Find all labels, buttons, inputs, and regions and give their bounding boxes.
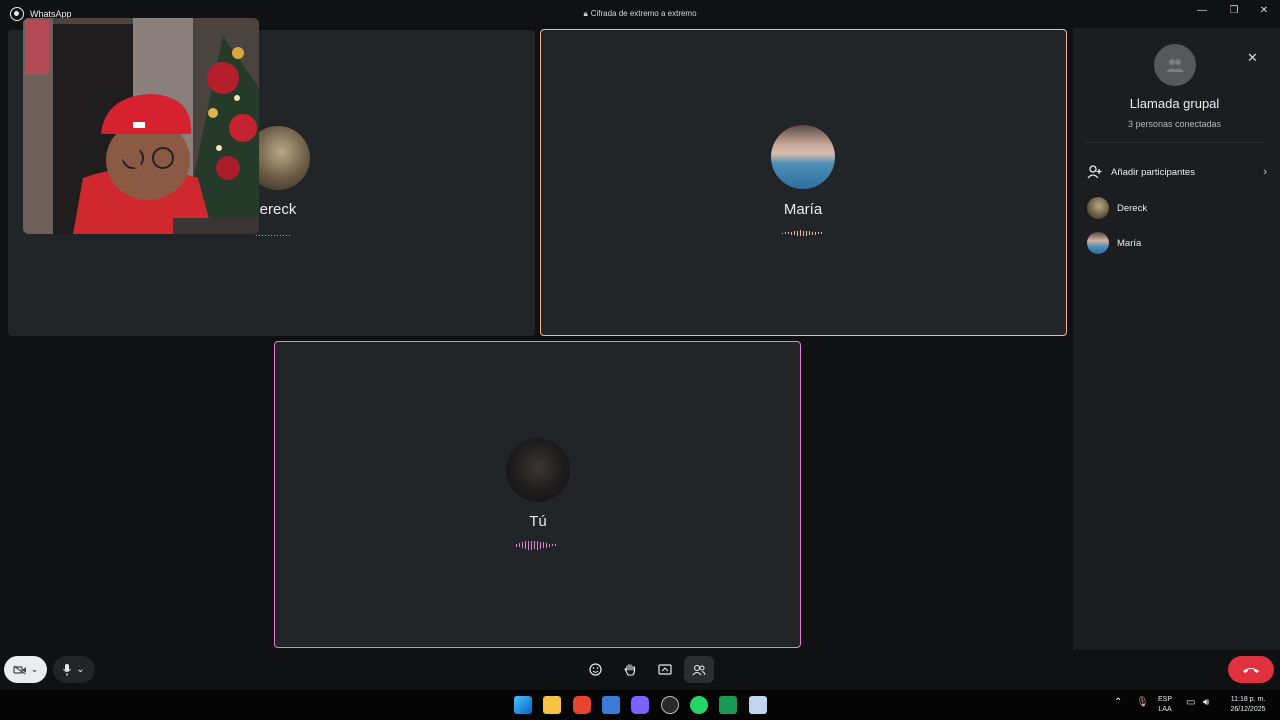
panel-divider [1085, 142, 1265, 143]
participant-item-maria[interactable]: María [1087, 232, 1267, 254]
capture-app-icon[interactable] [749, 696, 767, 714]
maria-avatar [771, 125, 835, 189]
participants-icon [692, 664, 706, 675]
participant-name: Dereck [1117, 202, 1148, 214]
raise-hand-button[interactable] [615, 656, 645, 683]
clock[interactable]: 11:18 p. m. 26/12/2025 [1222, 695, 1274, 715]
chevron-down-icon: ⌄ [76, 664, 85, 675]
dereck-audio-indicator [256, 230, 290, 240]
participant-tile-maria[interactable]: María [540, 29, 1067, 336]
end-call-icon [1243, 667, 1259, 673]
close-panel-button[interactable]: ✕ [1247, 50, 1258, 66]
self-video-image [23, 18, 259, 234]
encryption-label: Cifrada de extremo a extremo [590, 9, 697, 18]
clock-time: 11:18 p. m. [1230, 696, 1266, 703]
call-title: Llamada grupal [1129, 96, 1220, 111]
whatsapp-taskbar-icon[interactable] [690, 696, 708, 714]
end-call-button[interactable] [1228, 656, 1274, 683]
self-audio-indicator [516, 540, 556, 550]
language-indicator[interactable]: ESP LAA [1158, 695, 1172, 715]
maria-name: María [783, 201, 823, 218]
emoji-button[interactable] [580, 656, 610, 683]
share-screen-icon [658, 663, 672, 675]
self-name: Tú [529, 513, 547, 530]
volume-icon[interactable]: 🔊︎ [1203, 698, 1209, 708]
participants-button[interactable] [684, 656, 714, 683]
clock-date: 26/12/2025 [1230, 706, 1266, 713]
network-icon[interactable]: ▭ [1186, 698, 1195, 708]
emoji-icon [588, 663, 602, 676]
file-explorer-icon[interactable] [543, 696, 561, 714]
lock-icon: 🔒︎ [583, 9, 588, 18]
brave-browser-icon[interactable] [573, 696, 591, 714]
connected-count: 3 personas conectadas [1127, 119, 1222, 129]
language-label: ESP [1158, 696, 1173, 703]
whatsapp-call-window: WhatsApp 🔒︎ Cifrada de extremo a extremo … [0, 0, 1280, 690]
keyboard-layout-label: LAA [1158, 706, 1172, 713]
maria-audio-indicator [782, 228, 822, 238]
microsoft-store-icon[interactable] [602, 696, 620, 714]
chevron-down-icon: ⌄ [30, 664, 39, 674]
maria-mini-avatar [1087, 232, 1109, 254]
participant-name: María [1117, 237, 1142, 249]
gaming-app-icon[interactable] [631, 696, 649, 714]
chevron-right-icon: › [1263, 166, 1267, 178]
close-window-button[interactable]: ✕ [1254, 4, 1274, 18]
group-icon [1166, 59, 1184, 72]
camera-toggle-button[interactable]: ⌄ [4, 656, 47, 683]
participant-tile-self[interactable]: Tú [274, 341, 801, 648]
raise-hand-icon [624, 663, 636, 676]
call-controls: ⌄ ⌄ [0, 650, 1280, 690]
microphone-tray-icon[interactable]: 🎙︎ [1136, 698, 1149, 708]
self-video-preview[interactable] [23, 18, 259, 234]
add-participants-button[interactable]: Añadir participantes › [1087, 161, 1267, 183]
minimize-button[interactable]: — [1192, 4, 1212, 18]
windows-taskbar: ⌃ 🎙︎ ESP LAA ▭ 🔊︎ 11:18 p. m. 26/12/2025 [0, 690, 1280, 720]
self-avatar [506, 438, 570, 502]
microphone-icon [63, 663, 72, 676]
call-info-panel: ✕ Llamada grupal 3 personas conectadas A… [1073, 28, 1280, 650]
group-avatar [1154, 44, 1196, 86]
participant-item-dereck[interactable]: Dereck [1087, 197, 1267, 219]
start-icon[interactable] [514, 696, 532, 714]
share-screen-button[interactable] [650, 656, 680, 683]
camera-off-icon [13, 665, 26, 674]
dereck-mini-avatar [1087, 197, 1109, 219]
add-participants-label: Añadir participantes [1111, 166, 1195, 178]
spreadsheet-app-icon[interactable] [719, 696, 737, 714]
add-person-icon [1087, 165, 1102, 179]
show-hidden-icons-icon[interactable]: ⌃ [1114, 698, 1122, 708]
microphone-button[interactable]: ⌄ [53, 656, 95, 683]
restore-button[interactable]: ❐ [1224, 4, 1244, 18]
obs-icon[interactable] [661, 696, 679, 714]
